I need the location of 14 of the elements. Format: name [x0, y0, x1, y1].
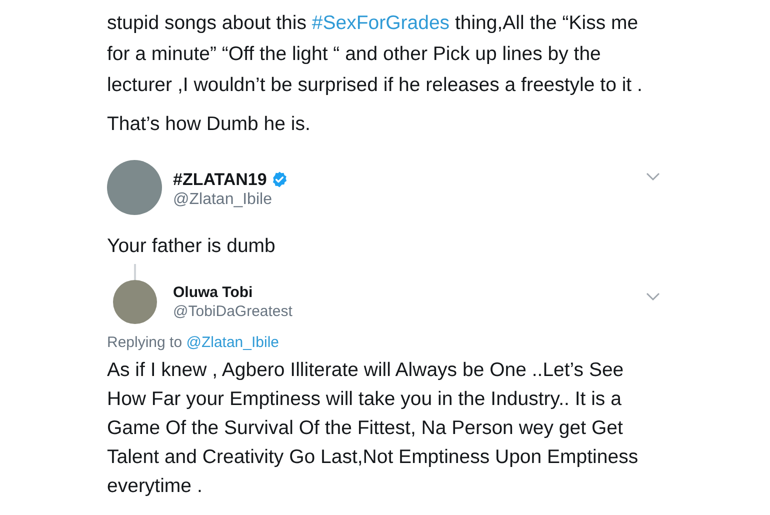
avatar[interactable] [113, 280, 157, 324]
chevron-down-icon[interactable] [646, 292, 660, 301]
tweet-text: That’s how Dumb he is. [107, 112, 312, 137]
tweet-text: stupid songs about this #SexForGrades thing,All the “Kiss me for a minute” “Off the light “ and other Pick up lines by the lecturer ,I wouldn’t be surprised if he releases a freestyle to it . [107, 11, 644, 98]
user-handle[interactable]: @TobiDaGreatest [173, 302, 646, 322]
tweet-text: Your father is dumb [107, 234, 276, 259]
user-handle[interactable]: @Zlatan_Ibile [173, 190, 646, 210]
hashtag-link[interactable]: #SexForGrades [312, 12, 450, 34]
display-name[interactable]: Oluwa Tobi [173, 284, 253, 303]
display-name[interactable]: #ZLATAN19 [173, 169, 267, 190]
tweet-text: As if I knew , Agbero Illiterate will Always be One ..Let’s See How Far your Emptiness will take you in the Industry.. It is a Game Of the Survival Of the Fittest, Na Person wey get Get Talent and Creativity Go Last,Not Emptiness Upon Emptiness everytime . [107, 358, 640, 499]
chevron-down-icon[interactable] [646, 172, 660, 181]
replying-to-text: Replying to @Zlatan_Ibile [107, 334, 280, 353]
mention-link[interactable]: @Zlatan_Ibile [186, 334, 279, 351]
